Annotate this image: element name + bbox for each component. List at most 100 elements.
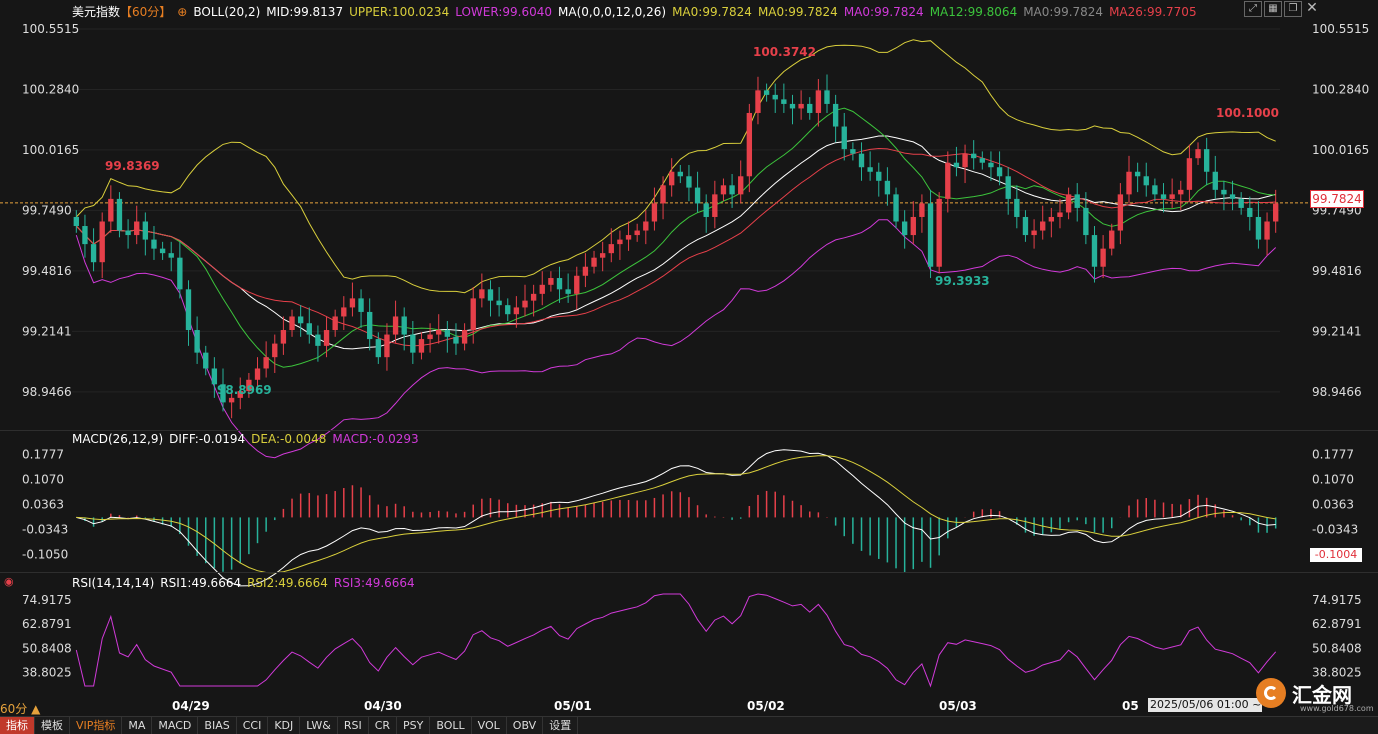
candle-body (384, 334, 390, 358)
candle-body (962, 153, 968, 168)
toolbar-tab-7[interactable]: KDJ (268, 717, 301, 734)
toolbar-tab-12[interactable]: BOLL (430, 717, 472, 734)
candle-body (280, 330, 287, 344)
candle-body (185, 289, 192, 331)
candle-body (125, 230, 131, 236)
last-price-tag: 99.7824 (1310, 190, 1364, 208)
price-axis-label-left: 99.4816 (22, 264, 72, 278)
toolbar-tab-6[interactable]: CCI (237, 717, 269, 734)
extreme-price-label: 100.1000 (1216, 106, 1279, 120)
ma12-value: MA12:99.8064 (929, 5, 1018, 19)
candle-body (712, 194, 718, 217)
candle-body (720, 185, 727, 195)
candle-body (358, 298, 364, 312)
toolbar-tab-14[interactable]: OBV (507, 717, 544, 734)
period-selector-label: 60分 (0, 702, 28, 716)
candle-body (496, 300, 502, 306)
candle-body (936, 198, 942, 267)
candle-body (375, 339, 381, 358)
toolbar-tab-0[interactable]: 指标 (0, 717, 35, 734)
candle-body (1273, 203, 1279, 222)
price-axis-label-right: 100.0165 (1312, 143, 1369, 157)
logo-url: www.gold678.com (1300, 704, 1374, 713)
candle-body (669, 171, 675, 186)
toolbar-tab-1[interactable]: 模板 (35, 717, 70, 734)
candle-body (1005, 176, 1011, 199)
price-axis-label-left: 98.9466 (22, 385, 72, 399)
candle-body (134, 221, 140, 236)
toolbar-tab-2[interactable]: VIP指标 (70, 717, 123, 734)
settings-icon[interactable]: ⊕ (177, 5, 187, 19)
candle-body (876, 171, 882, 181)
price-axis-label-left: 100.2840 (22, 82, 79, 96)
date-label: 04/29 (172, 699, 210, 713)
candle-body (919, 203, 925, 217)
ma0-value: MA0:99.7824 (843, 5, 924, 19)
candle-body (1048, 216, 1055, 222)
rsi1-value: RSI1:49.6664 (160, 576, 242, 590)
restore-icon[interactable]: ❐ (1284, 1, 1302, 17)
candle-body (927, 203, 934, 267)
macd-header: MACD(26,12,9) DIFF:-0.0194 DEA:-0.0048 MACD… (72, 432, 425, 446)
panel-divider (0, 430, 1378, 431)
candle-body (306, 323, 312, 335)
indicator-toolbar: 指标 模板 VIP指标 MA MACD BIAS CCI KDJ LW& RSI CR PSY BOLL… (0, 716, 1378, 734)
candle-body (151, 239, 157, 249)
toolbar-tab-4[interactable]: MACD (152, 717, 199, 734)
rsi-params: RSI(14,14,14) (72, 576, 155, 590)
rsi-header: RSI(14,14,14) RSI1:49.6664 RSI2:49.6664 RSI… (72, 576, 421, 590)
toolbar-tab-9[interactable]: RSI (338, 717, 369, 734)
toolbar-tab-3[interactable]: MA (122, 717, 153, 734)
logo: 汇金网 www.gold678.com (1256, 678, 1374, 713)
candle-body (349, 298, 356, 308)
date-label: 05 (1122, 699, 1139, 713)
candle-body (159, 248, 166, 254)
candle-body (901, 221, 908, 236)
close-icon[interactable]: ✕ (1304, 1, 1320, 15)
macd-dea-line (76, 455, 1276, 574)
macd-axis-label-left: 0.0363 (22, 498, 64, 512)
candle-body (1229, 194, 1236, 199)
candle-body (582, 266, 589, 276)
candle-body (444, 330, 451, 337)
candle-body (272, 343, 278, 358)
candle-body (289, 316, 295, 331)
candle-body (1247, 207, 1253, 217)
candle-body (116, 198, 123, 231)
candle-body (539, 284, 545, 294)
toolbar-tab-15[interactable]: 设置 (543, 717, 579, 734)
candle-body (427, 334, 433, 340)
rsi-axis-label-right: 50.8408 (1312, 641, 1362, 655)
toolbar-tab-10[interactable]: CR (369, 717, 398, 734)
fullscreen-icon[interactable]: ⤢ (1244, 1, 1262, 17)
candle-body (953, 162, 960, 168)
period-label: 【60分】 (120, 5, 172, 19)
date-label: 05/02 (747, 699, 785, 713)
candle-body (565, 289, 571, 294)
candle-body (832, 103, 839, 127)
candle-body (971, 153, 977, 159)
candle-body (461, 330, 468, 344)
candle-body (945, 162, 951, 199)
period-selector[interactable]: 60分 ▲ (0, 700, 40, 717)
candle-body (651, 203, 658, 222)
toolbar-tab-5[interactable]: BIAS (198, 717, 237, 734)
candle-body (1091, 235, 1098, 267)
chart-canvas[interactable]: 100.5515 100.5515 100.2840 100.2840 100.0165… (0, 0, 1378, 733)
price-axis-label-left: 100.0165 (22, 143, 79, 157)
toolbar-tab-8[interactable]: LW& (300, 717, 338, 734)
candle-body (263, 357, 269, 369)
macd-params: MACD(26,12,9) (72, 432, 164, 446)
candle-body (729, 185, 735, 195)
boll-label: BOLL(20,2) (193, 5, 261, 19)
toolbar-tab-13[interactable]: VOL (472, 717, 507, 734)
toolbar-tab-11[interactable]: PSY (397, 717, 431, 734)
candle-body (1057, 212, 1063, 217)
macd-axis-label-right: 0.1070 (1312, 472, 1354, 486)
candle-body (297, 316, 304, 324)
candle-body (643, 221, 649, 231)
candle-body (824, 90, 830, 104)
rsi-settings-icon[interactable]: ◉ (4, 575, 14, 588)
macd-dea: DEA:-0.0048 (251, 432, 327, 446)
grid-icon[interactable]: ▦ (1264, 1, 1282, 17)
